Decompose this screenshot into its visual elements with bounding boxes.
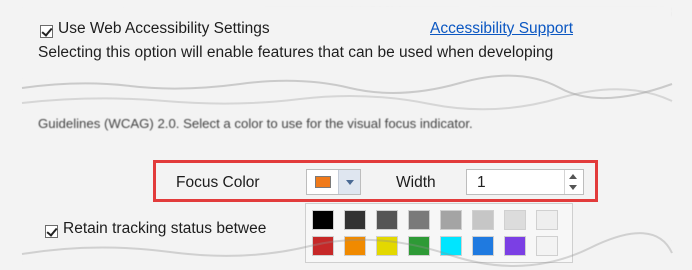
focus-color-label: Focus Color	[176, 174, 260, 191]
color-chip[interactable]	[536, 210, 558, 230]
color-chip[interactable]	[376, 236, 398, 256]
retain-tracking-label[interactable]: Retain tracking status betwee	[63, 220, 266, 238]
color-chip[interactable]	[344, 236, 366, 256]
color-chip[interactable]	[376, 210, 398, 230]
color-palette	[305, 203, 573, 263]
color-chip[interactable]	[504, 210, 526, 230]
color-chip[interactable]	[408, 236, 430, 256]
chevron-down-icon[interactable]	[338, 170, 360, 194]
color-chip[interactable]	[440, 210, 462, 230]
focus-color-swatch[interactable]	[315, 176, 331, 188]
accessibility-support-link[interactable]: Accessibility Support	[430, 20, 573, 38]
color-chip[interactable]	[312, 210, 334, 230]
color-chip[interactable]	[536, 236, 558, 256]
color-chip[interactable]	[312, 236, 334, 256]
focus-color-picker[interactable]	[306, 169, 361, 195]
width-label: Width	[396, 174, 436, 191]
width-value[interactable]: 1	[477, 174, 486, 192]
color-chip[interactable]	[504, 236, 526, 256]
width-spinner[interactable]	[564, 170, 583, 194]
focus-settings-toolbar: Focus Color Width 1	[153, 160, 598, 202]
use-web-accessibility-checkbox[interactable]	[40, 25, 53, 38]
spin-up-icon[interactable]	[569, 174, 577, 179]
retain-tracking-checkbox[interactable]	[45, 225, 58, 238]
spin-down-icon[interactable]	[569, 185, 577, 190]
width-input[interactable]: 1	[466, 169, 584, 195]
color-chip[interactable]	[472, 236, 494, 256]
color-chip[interactable]	[344, 210, 366, 230]
description-line-2: Guidelines (WCAG) 2.0. Select a color to…	[38, 116, 473, 131]
use-web-accessibility-label[interactable]: Use Web Accessibility Settings	[58, 20, 270, 38]
description-line-1: Selecting this option will enable featur…	[38, 44, 554, 61]
color-chip[interactable]	[440, 236, 462, 256]
color-chip[interactable]	[472, 210, 494, 230]
color-chip[interactable]	[408, 210, 430, 230]
